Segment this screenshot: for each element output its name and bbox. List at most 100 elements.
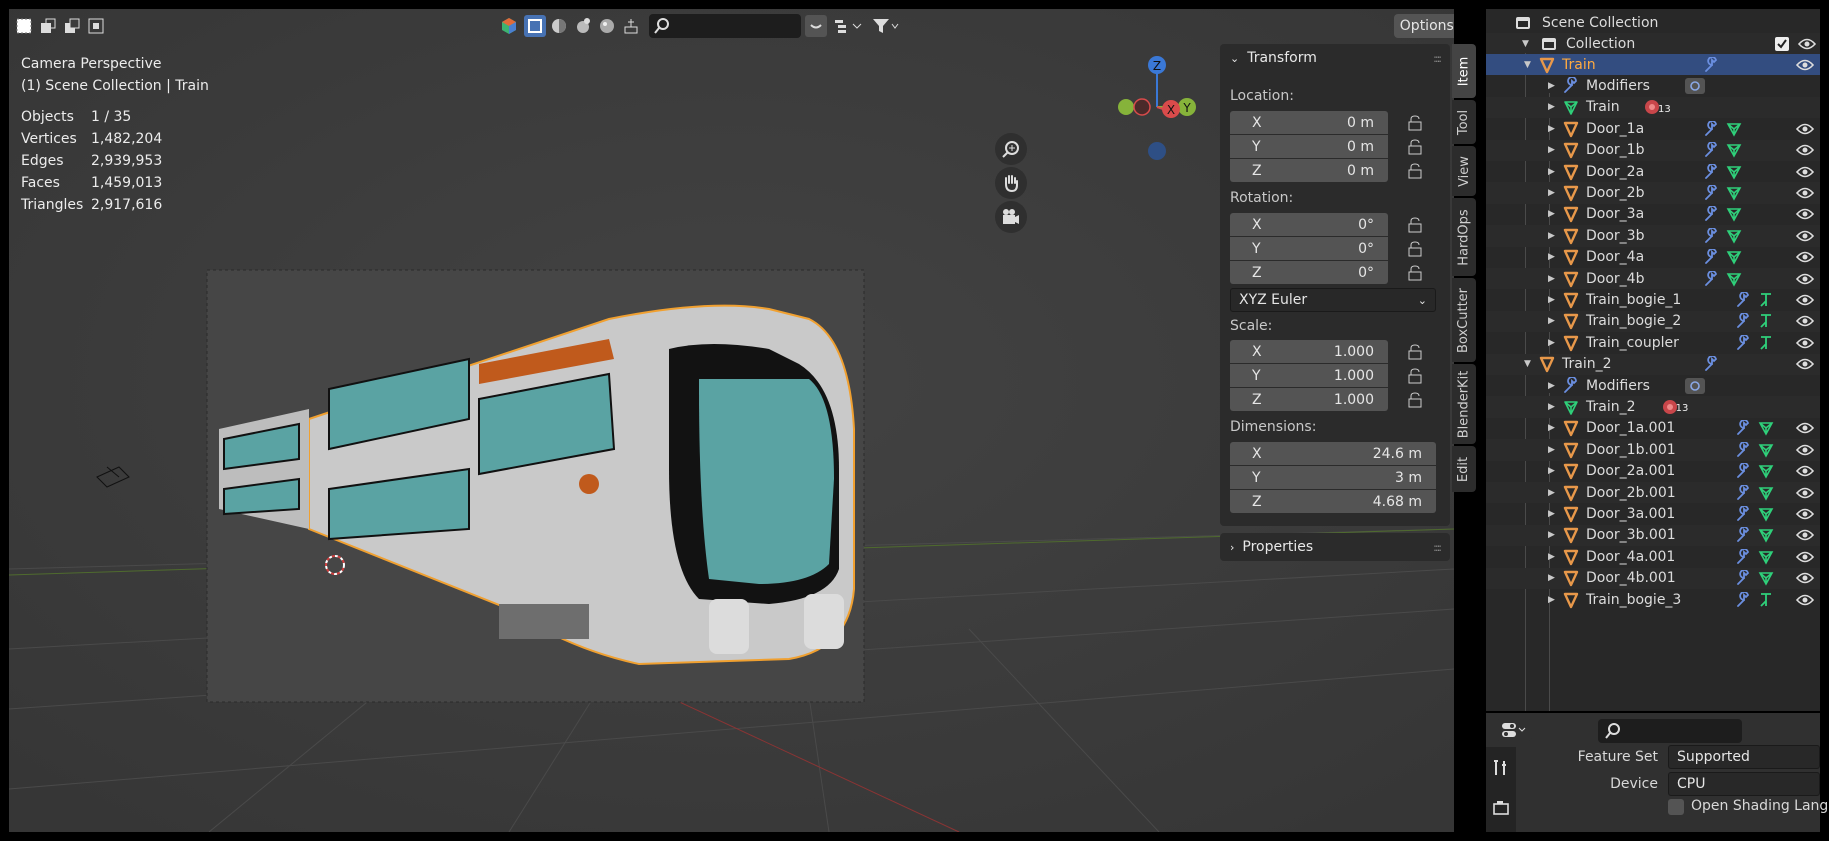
eye-icon[interactable] <box>1796 207 1814 221</box>
lookdev-icon[interactable] <box>596 15 618 37</box>
gizmo-neg-y-axis[interactable] <box>1118 99 1134 115</box>
outliner-row[interactable]: ▶ Door_4b.001 <box>1486 567 1820 589</box>
expand-right-icon[interactable]: ▶ <box>1548 316 1555 326</box>
expand-right-icon[interactable]: ▶ <box>1548 124 1555 134</box>
dimensions-y-field[interactable]: Y 3 m <box>1230 466 1436 489</box>
outliner-collection-row[interactable]: ▼ Collection <box>1486 33 1820 55</box>
properties-panel[interactable]: › Properties :::: <box>1220 533 1450 561</box>
expand-right-icon[interactable]: ▶ <box>1548 252 1555 262</box>
gizmo-neg-z-axis[interactable] <box>1148 142 1166 160</box>
mesh-data-icon[interactable] <box>1726 249 1742 265</box>
rotation-z-field[interactable]: Z 0° <box>1230 261 1388 284</box>
mesh-data-icon[interactable] <box>1726 121 1742 137</box>
tab-edit[interactable]: Edit <box>1452 446 1476 492</box>
outliner-row[interactable]: ▶ Train_2 13 <box>1486 396 1820 418</box>
eye-icon[interactable] <box>1796 550 1814 564</box>
vertex-group-icon[interactable] <box>1758 292 1774 308</box>
outliner-row[interactable]: ▶ Modifiers <box>1486 375 1820 396</box>
display-filter-icon[interactable] <box>831 15 865 37</box>
eye-icon[interactable] <box>1796 593 1814 607</box>
eye-icon[interactable] <box>1796 143 1814 157</box>
outliner-scene-collection-row[interactable]: Scene Collection <box>1486 12 1820 33</box>
checkbox-checked-icon[interactable] <box>1774 36 1790 52</box>
expand-right-icon[interactable]: ▶ <box>1548 595 1555 605</box>
outliner-row[interactable]: ▶ Door_3a.001 <box>1486 503 1820 524</box>
eye-icon[interactable] <box>1796 528 1814 542</box>
rotation-y-field[interactable]: Y 0° <box>1230 237 1388 260</box>
outliner-row[interactable]: ▶ Door_2b.001 <box>1486 482 1820 504</box>
expand-down-icon[interactable]: ▼ <box>1522 39 1529 49</box>
select-subtract-icon[interactable] <box>61 15 83 37</box>
rotation-mode-select[interactable]: XYZ Euler ⌄ <box>1230 288 1436 312</box>
select-extend-icon[interactable] <box>37 15 59 37</box>
mesh-data-icon[interactable] <box>1758 549 1774 565</box>
mesh-data-icon[interactable] <box>1758 506 1774 522</box>
eye-icon[interactable] <box>1796 186 1814 200</box>
expand-down-icon[interactable]: ▼ <box>1524 60 1531 70</box>
transform-panel-header[interactable]: ⌄ Transform :::: <box>1220 44 1450 72</box>
mesh-data-icon[interactable] <box>1726 142 1742 158</box>
expand-right-icon[interactable]: ▶ <box>1548 338 1555 348</box>
eye-icon[interactable] <box>1796 464 1814 478</box>
drag-grip-icon[interactable]: :::: <box>1433 52 1442 65</box>
wrench-icon[interactable] <box>1704 249 1720 265</box>
wrench-icon[interactable] <box>1736 548 1752 565</box>
wrench-icon[interactable] <box>1736 420 1752 436</box>
eye-icon[interactable] <box>1796 314 1814 328</box>
outliner-row[interactable]: ▶ Door_2a.001 <box>1486 461 1820 482</box>
outliner-row[interactable]: ▶ Door_3b <box>1486 225 1820 247</box>
lock-icon[interactable] <box>1406 163 1424 179</box>
wrench-icon[interactable] <box>1736 292 1752 308</box>
select-box-icon[interactable] <box>13 15 35 37</box>
mesh-data-icon[interactable] <box>1726 228 1742 244</box>
eye-icon[interactable] <box>1796 293 1814 307</box>
wrench-icon[interactable] <box>1704 356 1720 372</box>
location-y-field[interactable]: Y 0 m <box>1230 135 1388 158</box>
scale-x-field[interactable]: X 1.000 <box>1230 340 1388 363</box>
outliner-row[interactable]: ▶ Train_bogie_1 <box>1486 289 1820 310</box>
tab-blenderkit[interactable]: BlenderKit <box>1452 364 1476 444</box>
expand-down-icon[interactable]: ▼ <box>1524 359 1531 369</box>
material-shading-icon[interactable] <box>548 15 570 37</box>
lock-icon[interactable] <box>1406 392 1424 408</box>
wrench-icon[interactable] <box>1704 142 1720 158</box>
wrench-icon[interactable] <box>1736 506 1752 522</box>
eye-icon[interactable] <box>1796 486 1814 500</box>
rotation-x-field[interactable]: X 0° <box>1230 213 1388 236</box>
wrench-icon[interactable] <box>1736 484 1752 501</box>
feature-set-select[interactable]: Supported <box>1668 745 1820 769</box>
eye-icon[interactable] <box>1796 421 1814 435</box>
outliner-row[interactable]: ▶ Modifiers <box>1486 75 1820 96</box>
vertex-group-icon[interactable] <box>1758 592 1774 608</box>
eye-icon[interactable] <box>1796 357 1814 371</box>
outliner-row[interactable]: ▶ Door_4b <box>1486 268 1820 290</box>
tab-tool[interactable]: Tool <box>1452 100 1476 144</box>
expand-right-icon[interactable]: ▶ <box>1548 530 1555 540</box>
options-dropdown[interactable]: Options ⌄ <box>1394 14 1454 38</box>
outliner-row[interactable]: ▼ Train_2 <box>1486 353 1820 375</box>
wrench-icon[interactable] <box>1736 591 1752 608</box>
expand-right-icon[interactable]: ▶ <box>1548 102 1555 112</box>
eye-icon[interactable] <box>1796 122 1814 136</box>
outliner-row[interactable]: ▶ Door_3a <box>1486 204 1820 225</box>
outliner-row[interactable]: ▶ Door_1a <box>1486 118 1820 139</box>
outliner-row[interactable]: ▶ Train 13 <box>1486 96 1820 119</box>
eye-icon[interactable] <box>1796 250 1814 264</box>
properties-search-input[interactable] <box>1598 719 1742 743</box>
location-x-field[interactable]: X 0 m <box>1230 111 1388 134</box>
expand-right-icon[interactable]: ▶ <box>1548 231 1555 241</box>
expand-right-icon[interactable]: ▶ <box>1548 466 1555 476</box>
device-select[interactable]: CPU <box>1668 772 1820 796</box>
mesh-data-icon[interactable] <box>1758 485 1774 501</box>
scene-icon[interactable] <box>498 15 520 37</box>
outliner-row[interactable]: ▶ Door_4a.001 <box>1486 546 1820 567</box>
expand-right-icon[interactable]: ▶ <box>1548 552 1555 562</box>
outliner-row[interactable]: ▶ Door_4a <box>1486 247 1820 268</box>
outliner-row[interactable]: ▶ Door_1b.001 <box>1486 439 1820 461</box>
lock-icon[interactable] <box>1406 241 1424 257</box>
zoom-icon[interactable] <box>995 133 1027 165</box>
eye-icon[interactable] <box>1796 272 1814 286</box>
eye-icon[interactable] <box>1796 443 1814 457</box>
wrench-icon[interactable] <box>1704 163 1720 180</box>
editor-type-icon[interactable] <box>1496 719 1532 741</box>
